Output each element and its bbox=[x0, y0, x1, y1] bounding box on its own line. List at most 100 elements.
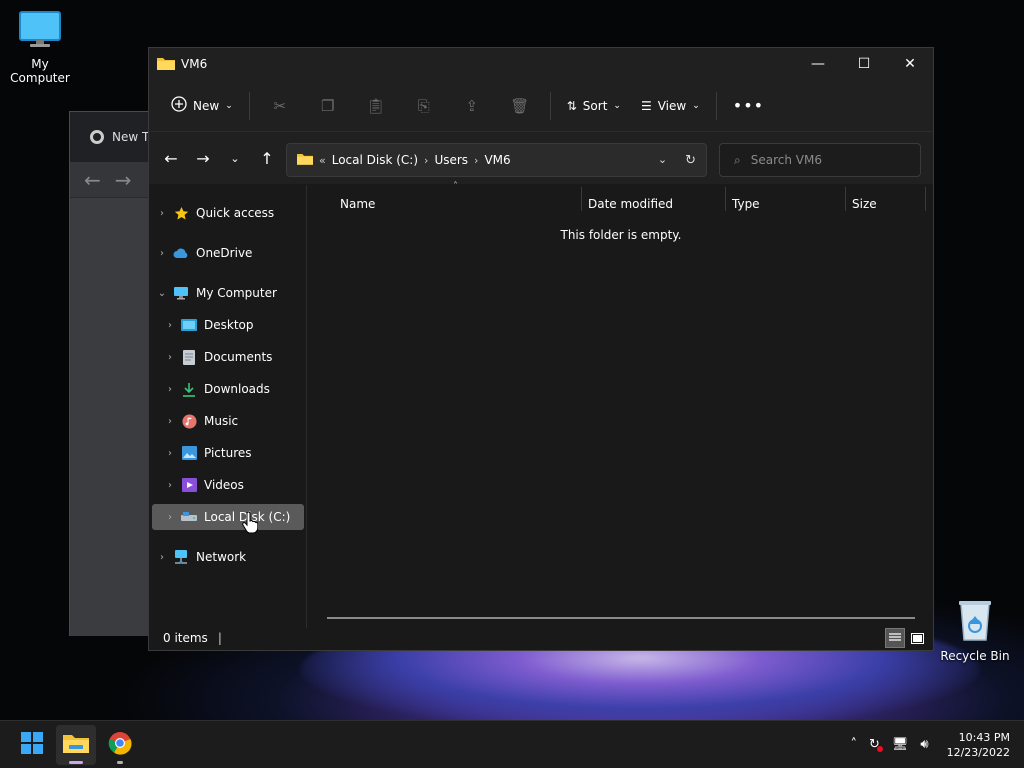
large-icons-view-icon[interactable] bbox=[907, 628, 927, 648]
nav-item-pictures[interactable]: › Pictures bbox=[152, 440, 304, 466]
recent-chevron-icon[interactable]: ⌄ bbox=[219, 142, 251, 174]
maximize-button[interactable]: ☐ bbox=[841, 48, 887, 80]
cut-icon[interactable]: ✂ bbox=[256, 90, 304, 122]
nav-item-local-disk[interactable]: › Local Disk (C:) bbox=[152, 504, 304, 530]
nav-item-music[interactable]: › Music bbox=[152, 408, 304, 434]
paste-icon[interactable]: 📋︎ bbox=[352, 90, 400, 122]
taskbar-chrome[interactable] bbox=[100, 725, 140, 765]
nav-item-downloads[interactable]: › Downloads bbox=[152, 376, 304, 402]
background-chrome-window[interactable]: New Ta ← → bbox=[69, 111, 159, 636]
column-divider[interactable] bbox=[725, 187, 726, 211]
forward-arrow-icon[interactable]: → bbox=[115, 168, 132, 192]
item-count: 0 items bbox=[163, 631, 208, 645]
chevron-right-icon[interactable]: › bbox=[152, 248, 172, 259]
breadcrumb-item[interactable]: Users bbox=[434, 153, 468, 167]
status-divider: | bbox=[217, 631, 222, 645]
breadcrumb-overflow[interactable]: « bbox=[319, 154, 326, 167]
nav-item-videos[interactable]: › Videos bbox=[152, 472, 304, 498]
chrome-tab[interactable]: New Ta bbox=[70, 112, 158, 162]
copy-icon[interactable]: ❐ bbox=[304, 90, 352, 122]
network-status-icon[interactable]: 🖥︎ bbox=[892, 737, 909, 752]
sort-button[interactable]: ⇅ Sort ⌄ bbox=[557, 90, 631, 122]
view-toggles bbox=[885, 628, 927, 648]
view-label: View bbox=[657, 98, 687, 113]
chevron-right-icon[interactable]: › bbox=[160, 512, 180, 523]
more-button[interactable]: ••• bbox=[723, 90, 774, 122]
update-icon[interactable]: ↻ bbox=[869, 737, 883, 752]
chevron-right-icon[interactable]: › bbox=[160, 352, 180, 363]
back-arrow-icon[interactable]: ← bbox=[155, 142, 187, 174]
nav-item-my-computer[interactable]: ⌄ My Computer bbox=[152, 280, 304, 306]
column-divider[interactable] bbox=[581, 187, 582, 211]
search-box[interactable]: ⌕ Search VM6 bbox=[719, 143, 921, 177]
chrome-icon bbox=[108, 731, 132, 758]
breadcrumb-item[interactable]: VM6 bbox=[484, 153, 510, 167]
forward-arrow-icon[interactable]: → bbox=[187, 142, 219, 174]
file-explorer-window[interactable]: VM6 — ☐ ✕ New ⌄ ✂ ❐ 📋︎ ⎘ ⇪ 🗑︎ ⇅ Sort ⌄ ☰ bbox=[148, 47, 934, 651]
volume-icon[interactable]: 🔊︎ bbox=[920, 737, 928, 752]
chevron-right-icon[interactable]: › bbox=[152, 552, 172, 563]
separator bbox=[248, 91, 250, 120]
start-button[interactable] bbox=[12, 725, 52, 765]
nav-label: Videos bbox=[204, 478, 244, 492]
minimize-button[interactable]: — bbox=[795, 48, 841, 80]
chevron-right-icon[interactable]: › bbox=[424, 154, 428, 167]
chevron-right-icon[interactable]: › bbox=[160, 320, 180, 331]
new-button[interactable]: New ⌄ bbox=[161, 90, 243, 122]
nav-item-documents[interactable]: › Documents bbox=[152, 344, 304, 370]
nav-item-onedrive[interactable]: › OneDrive bbox=[152, 240, 304, 266]
breadcrumb-item[interactable]: Local Disk (C:) bbox=[332, 153, 418, 167]
chevron-down-icon[interactable]: ⌄ bbox=[152, 288, 172, 299]
chevron-right-icon[interactable]: › bbox=[160, 416, 180, 427]
chevron-right-icon[interactable]: › bbox=[160, 384, 180, 395]
details-view-icon[interactable] bbox=[885, 628, 905, 648]
nav-label: Network bbox=[196, 550, 247, 564]
horizontal-scrollbar[interactable] bbox=[327, 617, 915, 619]
chevron-down-icon[interactable]: ⌄ bbox=[658, 153, 667, 168]
nav-item-network[interactable]: › Network bbox=[152, 544, 304, 570]
chevron-right-icon[interactable]: › bbox=[160, 480, 180, 491]
rename-icon[interactable]: ⎘ bbox=[400, 90, 448, 122]
new-label: New bbox=[193, 98, 220, 113]
file-list-pane[interactable]: ˄ Name Date modified Type Size This fold… bbox=[309, 181, 933, 628]
chevron-right-icon[interactable]: › bbox=[152, 208, 172, 219]
taskbar-file-explorer[interactable] bbox=[56, 724, 96, 765]
desktop-icon-label: My Computer bbox=[10, 57, 70, 85]
refresh-icon[interactable]: ↻ bbox=[685, 153, 696, 168]
column-header-type[interactable]: Type bbox=[732, 197, 760, 211]
chrome-nav-bar: ← → bbox=[70, 162, 158, 198]
column-divider[interactable] bbox=[845, 187, 846, 211]
clock[interactable]: 10:43 PM 12/23/2022 bbox=[941, 730, 1010, 760]
column-divider[interactable] bbox=[925, 187, 926, 211]
recycle-bin-icon bbox=[936, 598, 1014, 645]
delete-icon[interactable]: 🗑︎ bbox=[496, 90, 544, 122]
documents-icon bbox=[180, 349, 198, 365]
cloud-icon bbox=[172, 245, 190, 261]
sort-label: Sort bbox=[582, 98, 608, 113]
folder-icon bbox=[297, 152, 313, 168]
column-header-size[interactable]: Size bbox=[852, 197, 877, 211]
chevron-right-icon[interactable]: › bbox=[160, 448, 180, 459]
column-header-date-modified[interactable]: Date modified bbox=[588, 197, 673, 211]
view-button[interactable]: ☰ View ⌄ bbox=[631, 90, 710, 122]
share-icon[interactable]: ⇪ bbox=[448, 90, 496, 122]
nav-item-quick-access[interactable]: › Quick access bbox=[152, 200, 304, 226]
nav-item-desktop[interactable]: › Desktop bbox=[152, 312, 304, 338]
desktop-icon-recycle-bin[interactable]: Recycle Bin bbox=[936, 598, 1014, 663]
chevron-down-icon: ⌄ bbox=[225, 100, 233, 111]
address-bar[interactable]: « Local Disk (C:) › Users › VM6 ⌄ ↻ bbox=[286, 143, 707, 177]
title-bar[interactable]: VM6 — ☐ ✕ bbox=[149, 48, 933, 80]
navigation-pane[interactable]: › Quick access › OneDrive ⌄ My Computer … bbox=[149, 185, 307, 628]
videos-icon bbox=[180, 477, 198, 493]
desktop-icon-my-computer[interactable]: My Computer bbox=[0, 10, 80, 85]
column-header-name[interactable]: Name bbox=[340, 197, 375, 211]
back-arrow-icon[interactable]: ← bbox=[84, 168, 101, 192]
file-explorer-icon bbox=[63, 733, 89, 756]
nav-label: OneDrive bbox=[196, 246, 253, 260]
more-icon: ••• bbox=[732, 96, 765, 115]
start-icon bbox=[21, 732, 43, 757]
chevron-up-icon[interactable]: ˄ bbox=[850, 737, 857, 752]
chevron-right-icon[interactable]: › bbox=[474, 154, 478, 167]
close-button[interactable]: ✕ bbox=[887, 48, 933, 80]
up-arrow-icon[interactable]: ↑ bbox=[251, 142, 283, 174]
